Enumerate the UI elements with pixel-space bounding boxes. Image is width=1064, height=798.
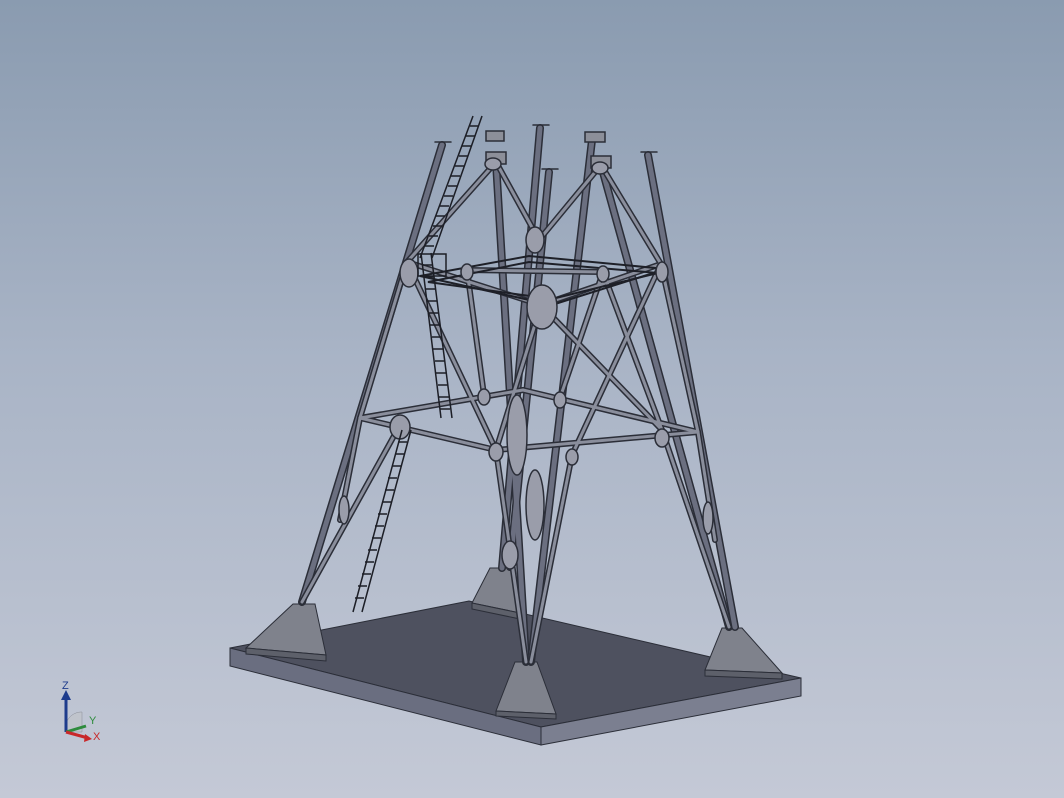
pedestal-front-left [244,603,327,662]
graphics-viewport[interactable]: Z Y X [0,0,1064,798]
y-axis-label: Y [89,715,97,727]
z-axis-label: Z [62,680,69,692]
tower-3d-model[interactable] [0,0,1064,798]
x-axis-label: X [93,731,101,743]
triad-axes-icon [61,690,92,742]
orientation-triad[interactable]: Z Y X [52,676,112,746]
pedestal-right [704,627,784,680]
